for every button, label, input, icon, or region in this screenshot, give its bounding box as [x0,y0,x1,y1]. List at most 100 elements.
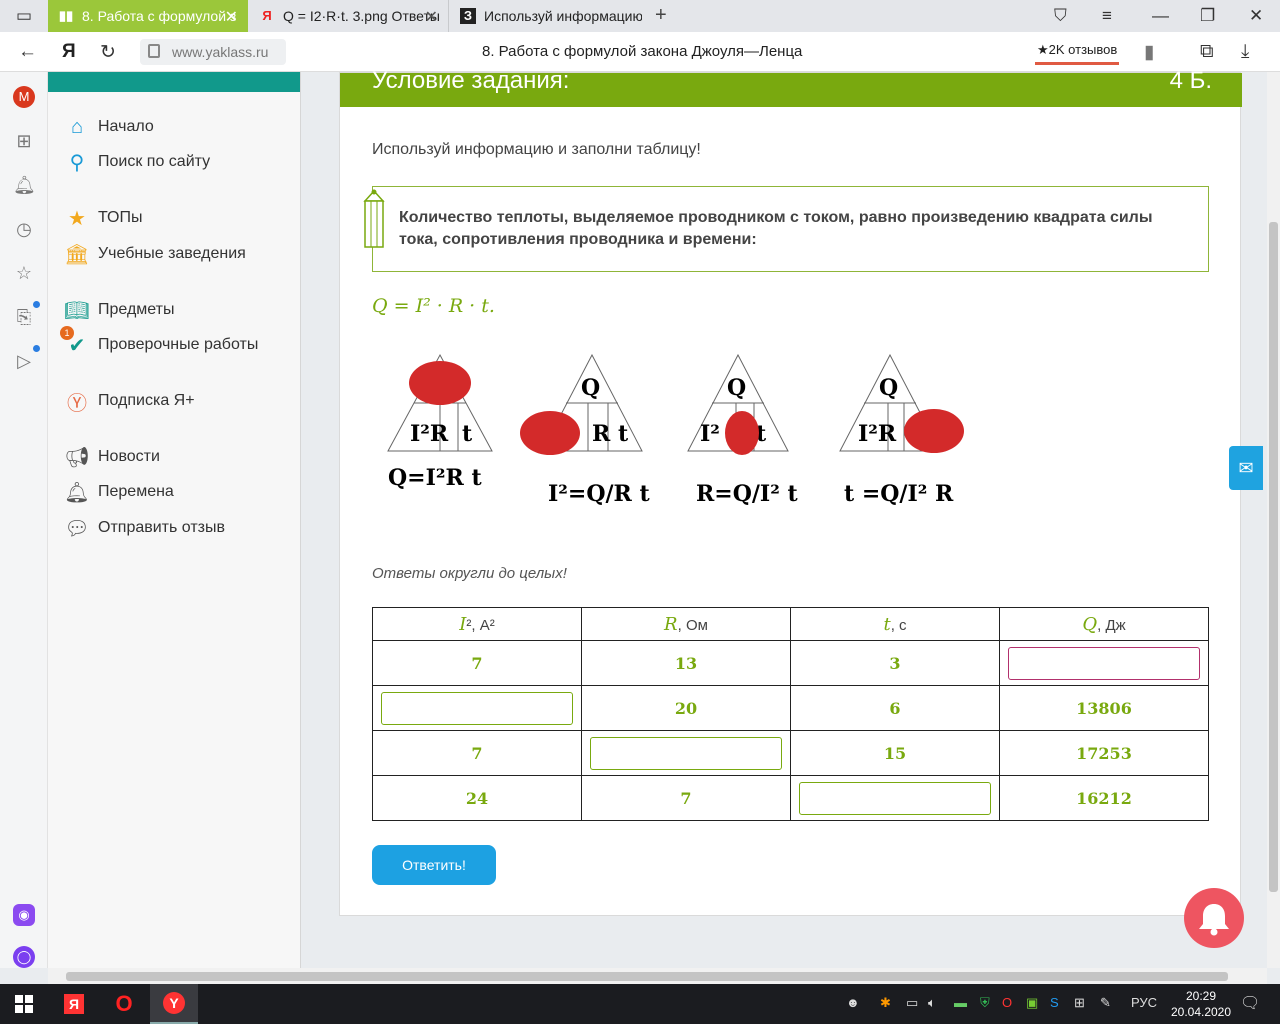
tray-app-icon[interactable]: ✱ [880,995,891,1011]
answer-input-t[interactable] [799,781,991,815]
mail-feedback-icon[interactable]: ✉ [1229,446,1263,490]
tab[interactable]: З Используй информацию и [450,0,650,32]
battery-icon[interactable]: ▬ [954,995,967,1010]
taskbar-yandex[interactable]: Я [50,984,98,1024]
url-field[interactable]: www.yaklass.ru [140,39,286,65]
action-center-icon[interactable]: 🗨︎ [1240,993,1260,1013]
nav-item-feedback[interactable]: 💬︎ Отправить отзыв [64,515,225,541]
school-icon: 🏛︎ [64,243,90,266]
svg-text:I²: I² [700,421,720,447]
nav-item-subscription[interactable]: Ⓨ Подписка Я+ [64,388,195,415]
horizontal-scrollbar[interactable] [48,968,1267,984]
nav-item-home[interactable]: ⌂ Начало [64,114,154,140]
back-icon[interactable]: ← [18,41,37,63]
profile-avatar[interactable]: М [13,86,35,108]
cell-value: 7 [372,730,582,776]
notifications-bell-button[interactable] [1184,888,1244,948]
nav-label: Отправить отзыв [98,519,225,536]
people-icon[interactable]: ☻ [846,995,860,1010]
restore-icon[interactable]: ❐ [1200,6,1215,26]
triangle-r: QI² t R=Q/I² t [687,353,799,507]
nav-item-break[interactable]: 🔔︎ Перемена [64,479,174,505]
scribble-blot [725,411,759,455]
answer-table: I², А² R, Ом t, с Q, Дж 7 13 3 20 6 1380… [372,607,1209,821]
rounding-hint: Ответы округли до целых! [372,565,567,582]
nav-item-news[interactable]: 📢︎ Новости [64,444,160,470]
yaklass-favicon-icon: ▮▮ [58,8,74,23]
clock[interactable]: 20:29 20.04.2020 [1170,988,1232,1020]
task-header: Условие задания: 4 Б. [340,67,1242,107]
close-window-icon[interactable]: ✕ [1249,6,1263,26]
task-points: 4 Б. [1169,67,1212,94]
bookmark-icon[interactable]: ▮ [1144,41,1154,64]
nav-item-subjects[interactable]: 📖︎ Предметы [64,297,174,323]
windows-logo-icon [15,995,33,1013]
nav-item-search[interactable]: ⚲ Поиск по сайту [64,149,210,175]
collections-icon[interactable]: ⎘ [13,306,35,328]
opera-tray-icon[interactable]: O [1002,995,1012,1010]
svg-text:Q: Q [581,375,600,401]
megaphone-icon: 📢︎ [64,446,90,469]
minimize-icon[interactable]: — [1152,6,1169,26]
submit-button[interactable]: Ответить! [372,845,496,885]
nav-item-tops[interactable]: ★ ТОПы [64,205,142,231]
answer-input-i2[interactable] [381,691,573,725]
cell-value: 13806 [999,685,1209,731]
taskbar-opera[interactable]: O [100,984,148,1024]
apps-tray-icon[interactable]: ⊞ [1074,995,1085,1011]
download-icon[interactable]: ⤓ [1241,41,1249,63]
bookmark-manager-icon[interactable]: ⛉ [1054,6,1067,26]
yandex-logo-icon[interactable]: Я [62,41,76,63]
start-button[interactable] [0,984,48,1024]
alice-icon[interactable]: ◯ [13,946,35,968]
header-time: t, с [790,607,1000,641]
volume-icon[interactable]: 🔈︎ [928,995,936,1011]
sidebar-toggle-icon[interactable]: ▭ [16,6,32,26]
network-icon[interactable]: ▭ [906,995,918,1011]
history-clock-icon[interactable]: ◷ [13,218,35,240]
nav-label: Перемена [98,483,174,500]
skype-icon[interactable]: S [1050,995,1059,1010]
close-tab-icon[interactable]: ✕ [225,7,238,27]
close-tab-icon[interactable]: ✕ [425,7,438,27]
table-row: 7 15 17253 [372,730,1209,776]
cell-input [790,775,1000,821]
favorites-star-icon[interactable]: ☆ [13,262,35,284]
scroll-thumb[interactable] [66,972,1228,981]
menu-icon[interactable]: ≡ [1102,6,1112,26]
pen-icon[interactable]: ✎ [1100,995,1111,1011]
tab-active[interactable]: ▮▮ 8. Работа с формулой з ✕ [48,0,248,32]
reviews-button[interactable]: ★2K отзывов [1035,39,1119,65]
browser-sidebar: М ⊞ 🔔︎ ◷ ☆ ⎘ ▷ ◉ ◯ [0,72,48,968]
bell-icon [1199,904,1229,936]
taskbar-yandex-browser[interactable]: Y [150,984,198,1024]
cell-value: 16212 [999,775,1209,821]
header-current: I², А² [372,607,582,641]
scribble-blot [520,411,580,455]
nav-item-schools[interactable]: 🏛︎ Учебные заведения [64,241,246,267]
vertical-scrollbar[interactable] [1267,72,1280,968]
apps-grid-icon[interactable]: ⊞ [13,130,35,152]
cell-input [581,730,791,776]
messenger-icon[interactable]: ◉ [13,904,35,926]
notifications-bell-icon[interactable]: 🔔︎ [13,174,36,196]
play-icon[interactable]: ▷ [13,350,35,372]
security-icon[interactable]: ⛨ [980,995,990,1011]
yandex-app-icon: Я [64,994,84,1014]
tab[interactable]: Я Q = I2·R·t. 3.png Ответы о ✕ [249,0,449,32]
scroll-thumb[interactable] [1269,222,1278,892]
reload-icon[interactable]: ↻ [100,41,116,64]
translate-icon[interactable]: ⧉ [1200,41,1214,63]
scribble-blot [904,409,964,453]
triangle-formula-r: R=Q/I² t [696,481,799,507]
nvidia-icon[interactable]: ▣ [1026,995,1038,1011]
new-tab-icon[interactable]: + [655,4,667,27]
tab-title: Q = I2·R·t. 3.png Ответы о [283,8,441,24]
formula: Q = I² · R · t. [372,295,495,317]
language-indicator[interactable]: РУС [1131,995,1157,1010]
cell-input [372,685,582,731]
unit: , Дж [1097,616,1126,634]
answer-input-r[interactable] [590,736,782,770]
answer-input-q[interactable] [1008,646,1200,680]
nav-item-tests[interactable]: ✔ 1 Проверочные работы [60,326,258,358]
